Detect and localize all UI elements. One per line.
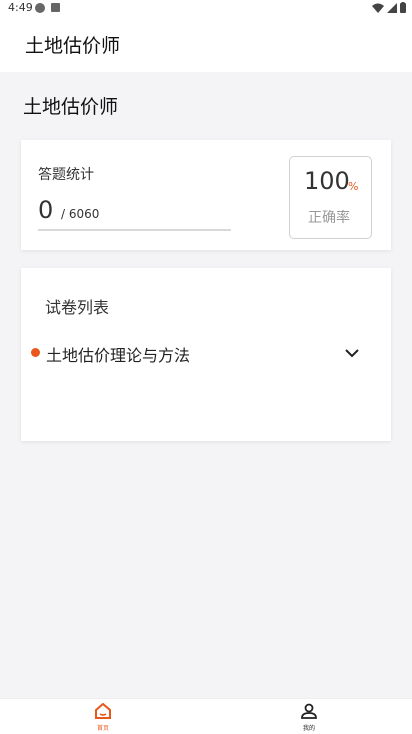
stats-divider: [38, 229, 231, 231]
bottom-nav: 首页 我的: [0, 698, 412, 734]
accuracy-label: 正确率: [308, 210, 350, 226]
nav-item-mine[interactable]: 我的: [289, 703, 329, 733]
list-item[interactable]: 土地估价理论与方法: [21, 338, 391, 368]
status-left-icons: [35, 3, 60, 13]
nav-label-home: 首页: [96, 725, 109, 732]
exam-list-card: 试卷列表 土地估价理论与方法: [21, 268, 391, 441]
accuracy-box: 100 % 正确率: [289, 156, 372, 239]
page-title: 土地估价师: [23, 96, 119, 118]
app-bar: 土地估价师: [0, 18, 412, 72]
stats-card: 答题统计 0 / 6060 100 % 正确率: [21, 140, 391, 250]
notification-dot-icon: [35, 3, 45, 13]
accuracy-value: 100: [304, 167, 350, 195]
person-icon: [301, 703, 317, 719]
chevron-down-icon[interactable]: [343, 344, 361, 362]
exam-item-label: 土地估价理论与方法: [46, 346, 191, 365]
answered-count: 0: [38, 196, 54, 224]
status-right-icons: [372, 2, 406, 13]
accuracy-unit: %: [348, 180, 359, 193]
exam-list-title: 试卷列表: [45, 298, 110, 317]
bullet-dot-icon: [31, 348, 40, 357]
stats-label: 答题统计: [38, 167, 94, 183]
battery-icon: [400, 2, 406, 13]
nav-item-home[interactable]: 首页: [83, 702, 123, 733]
status-time: 4:49: [8, 1, 33, 14]
status-bar: 4:49: [0, 0, 412, 18]
app-title: 土地估价师: [25, 35, 121, 57]
signal-icon: [387, 2, 397, 13]
wifi-icon: [372, 3, 384, 13]
nav-label-mine: 我的: [302, 725, 315, 732]
notification-a-icon: [51, 3, 60, 12]
question-total: / 6060: [61, 207, 100, 221]
home-icon: [95, 702, 111, 719]
